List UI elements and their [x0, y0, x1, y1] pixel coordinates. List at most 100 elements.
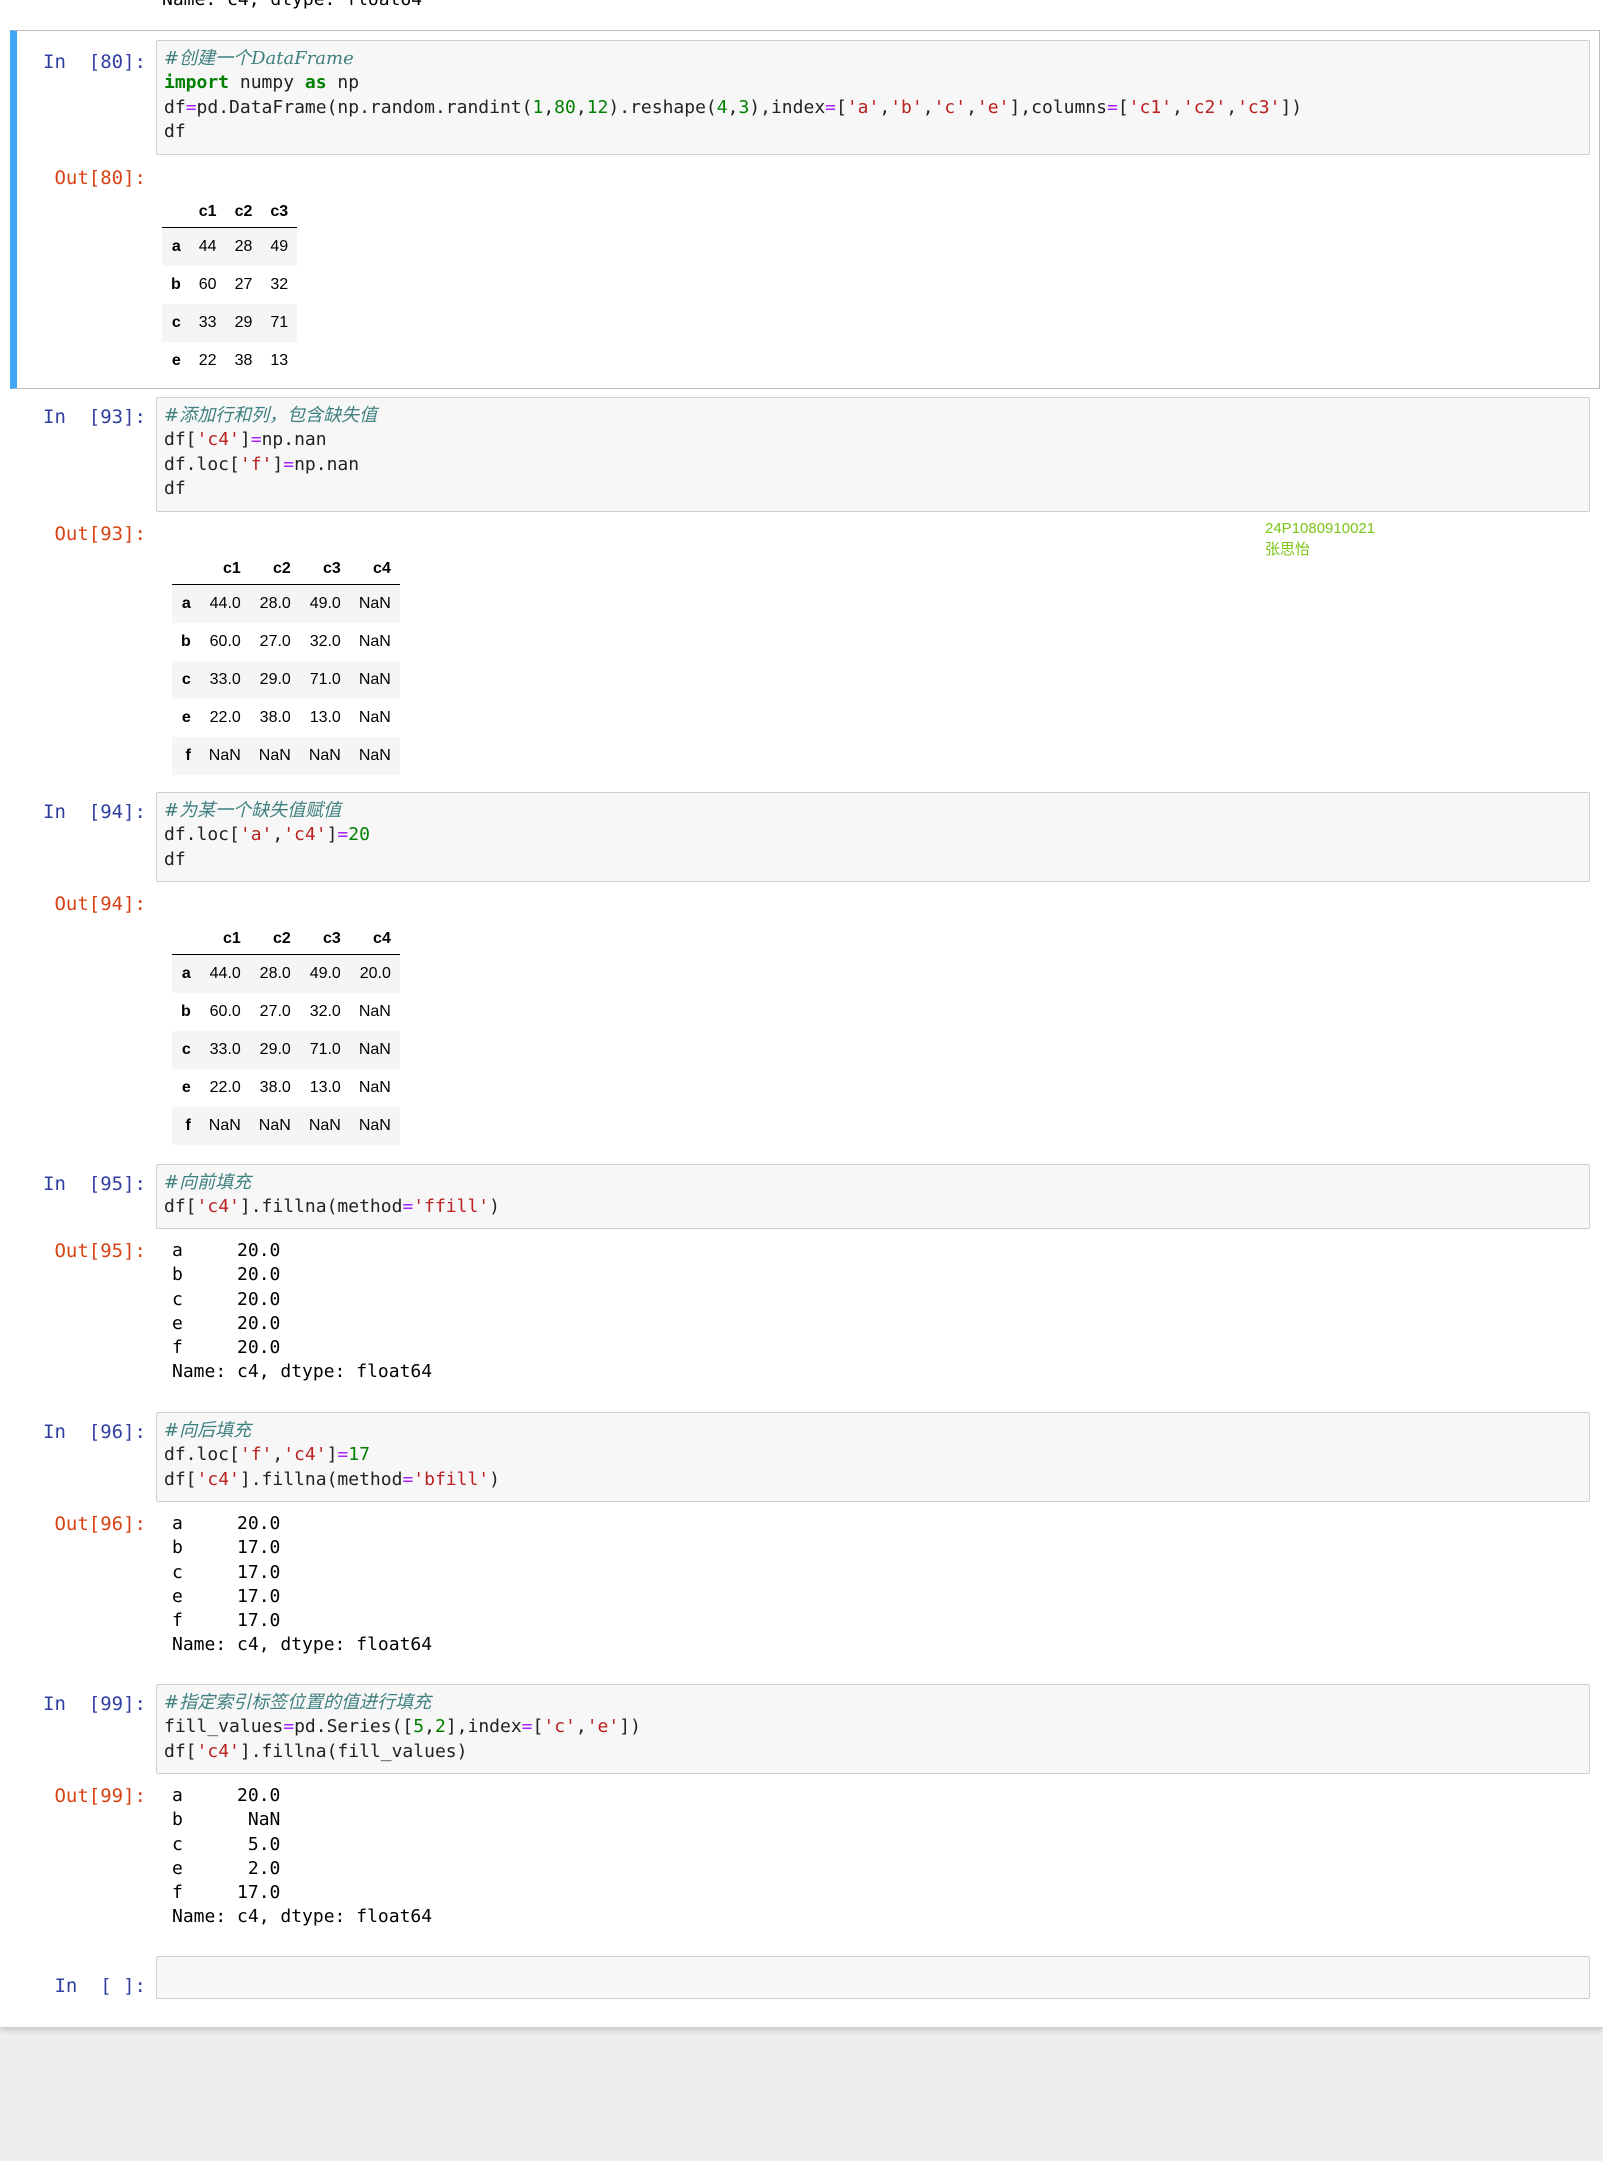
- code-cell-empty[interactable]: In [ ]:: [10, 1956, 1600, 2010]
- code-input[interactable]: #向后填充 df.loc['f','c4']=17 df['c4'].fillna(…: [156, 1412, 1590, 1502]
- code-token: 'a': [239, 824, 273, 846]
- column-header: c2: [249, 908, 300, 955]
- code-token: 'c': [933, 96, 967, 118]
- table-cell: 44: [198, 238, 217, 255]
- code-line: df.loc['f']=np.nan: [164, 453, 1582, 477]
- table-row: f NaN NaN NaN NaN: [172, 1107, 400, 1145]
- code-token: ,: [272, 824, 284, 846]
- code-input[interactable]: #创建一个DataFrame import numpy as np df=pd.Da…: [156, 40, 1590, 155]
- code-token: 80: [554, 96, 576, 118]
- series-line: a 20.0: [172, 1513, 281, 1534]
- code-token: ,: [543, 96, 555, 118]
- series-line: a 20.0: [172, 1785, 281, 1806]
- dataframe-output: c1 c2 c3 c4 a 44.0 28.0 49.0 NaN b 60.0 27.0 32.0 NaN…: [172, 538, 400, 775]
- code-token: np.nan: [294, 453, 360, 475]
- table-row: b 60 27 32: [162, 266, 297, 304]
- code-token: 'e': [586, 1716, 620, 1738]
- table-row: b 60.0 27.0 32.0 NaN: [172, 993, 400, 1031]
- table-cell: 28.0: [259, 595, 291, 612]
- input-prompt: In [ ]:: [54, 1975, 146, 1997]
- code-token: [: [532, 1716, 544, 1738]
- series-line: c 5.0: [172, 1833, 281, 1855]
- code-cell-96[interactable]: In [96]: #向后填充 df.loc['f','c4']=17 df['c4'…: [10, 1412, 1600, 1655]
- table-cell: NaN: [358, 671, 391, 688]
- index-header: [172, 538, 200, 585]
- column-header: c1: [199, 908, 250, 955]
- table-cell: 28.0: [259, 965, 291, 982]
- code-token: 12: [586, 96, 609, 118]
- code-line: #向前填充: [164, 1171, 1582, 1195]
- code-token: ].fillna(method: [239, 1196, 403, 1218]
- code-cell-99[interactable]: In [99]: #指定索引标签位置的值进行填充 fill_values=pd.S…: [10, 1684, 1600, 1927]
- code-token: 20: [348, 824, 370, 846]
- code-token: 'c': [543, 1716, 576, 1738]
- output-prompt: Out[96]:: [54, 1513, 146, 1535]
- code-line: df['c4'].fillna(fill_values): [164, 1740, 1582, 1764]
- table-cell: 29.0: [259, 671, 291, 688]
- series-line: Name: c4, dtype: float64: [172, 1361, 433, 1383]
- table-cell: 22.0: [209, 1079, 241, 1096]
- series-output: a 20.0 b 17.0 c 17.0 e 17.0 f 17.0 Name: c4, …: [172, 1512, 432, 1658]
- code-token: 'ffill': [413, 1196, 490, 1218]
- table-cell: NaN: [308, 747, 341, 764]
- code-token: ,: [575, 96, 587, 118]
- row-index: e: [171, 352, 181, 369]
- table-cell: 38.0: [259, 1079, 291, 1096]
- code-token: ,: [879, 96, 891, 118]
- code-token: ],columns: [1009, 96, 1107, 118]
- code-cell-93[interactable]: In [93]: #添加行和列，包含缺失值 df['c4']=np.nan df.l…: [10, 397, 1600, 775]
- series-output: a 20.0 b NaN c 5.0 e 2.0 f 17.0 Name: c4, dty…: [172, 1784, 432, 1930]
- table-cell: 49.0: [309, 595, 341, 612]
- output-prompt: Out[99]:: [54, 1785, 146, 1807]
- code-cell-94[interactable]: In [94]: #为某一个缺失值赋值 df.loc['a','c4']=20 df…: [10, 792, 1600, 1145]
- previous-output-tail: Name: c4, dtype: float64: [162, 0, 422, 12]
- series-line: b NaN: [172, 1809, 281, 1831]
- table-row: c 33.0 29.0 71.0 NaN: [172, 661, 400, 699]
- table-cell: NaN: [308, 1117, 341, 1134]
- code-input[interactable]: #指定索引标签位置的值进行填充 fill_values=pd.Series([5,…: [156, 1684, 1590, 1774]
- series-line: b 20.0: [172, 1264, 281, 1286]
- index-header: [172, 908, 200, 955]
- code-line: df: [164, 477, 1582, 501]
- code-token: 5: [413, 1716, 425, 1738]
- series-line: Name: c4, dtype: float64: [172, 1634, 433, 1656]
- series-line: f 17.0: [172, 1610, 281, 1632]
- code-token: 4: [716, 96, 728, 118]
- row-index: a: [171, 238, 181, 255]
- code-cell-95[interactable]: In [95]: #向前填充 df['c4'].fillna(method='ff…: [10, 1164, 1600, 1385]
- code-token: pd.Series([: [294, 1716, 414, 1738]
- table-cell: NaN: [358, 595, 391, 612]
- code-token: 2: [434, 1716, 446, 1738]
- code-token: ): [489, 1468, 500, 1490]
- table-cell: NaN: [358, 1041, 391, 1058]
- code-input[interactable]: #向前填充 df['c4'].fillna(method='ffill'): [156, 1164, 1590, 1229]
- code-cell-80[interactable]: In [80]: #创建一个DataFrame import numpy as n…: [10, 30, 1600, 389]
- table-cell: 38: [234, 352, 253, 369]
- code-input-empty[interactable]: [156, 1956, 1590, 1999]
- code-token: #向后填充: [164, 1420, 252, 1441]
- series-line: f 17.0: [172, 1882, 281, 1904]
- code-token: ,: [966, 96, 977, 118]
- table-cell: 33: [198, 314, 217, 331]
- code-line: df.loc['f','c4']=17: [164, 1443, 1582, 1467]
- code-token: 'c3': [1237, 96, 1281, 118]
- code-token: df: [164, 96, 186, 118]
- table-cell: 29.0: [259, 1041, 291, 1058]
- code-token: 'bfill': [413, 1468, 490, 1490]
- row-index: c: [181, 1041, 191, 1058]
- code-token: 1: [532, 96, 544, 118]
- code-token: ,: [272, 1444, 284, 1466]
- code-token: ].fillna(fill_values): [239, 1740, 468, 1762]
- column-header: c1: [189, 181, 226, 228]
- code-token: import: [164, 72, 230, 94]
- code-input[interactable]: #添加行和列，包含缺失值 df['c4']=np.nan df.loc['f']=n…: [156, 397, 1590, 512]
- code-line: import numpy as np: [164, 71, 1582, 95]
- row-index: b: [181, 1003, 191, 1020]
- table-row: a 44.0 28.0 49.0 20.0: [172, 954, 400, 993]
- code-input[interactable]: #为某一个缺失值赋值 df.loc['a','c4']=20 df: [156, 792, 1590, 882]
- input-prompt: In [99]:: [43, 1693, 146, 1715]
- code-token: ],index: [445, 1716, 522, 1738]
- output-prompt: Out[94]:: [54, 893, 146, 915]
- code-token: pd.DataFrame(np.random.randint(: [196, 96, 533, 118]
- code-token: =: [402, 1468, 414, 1490]
